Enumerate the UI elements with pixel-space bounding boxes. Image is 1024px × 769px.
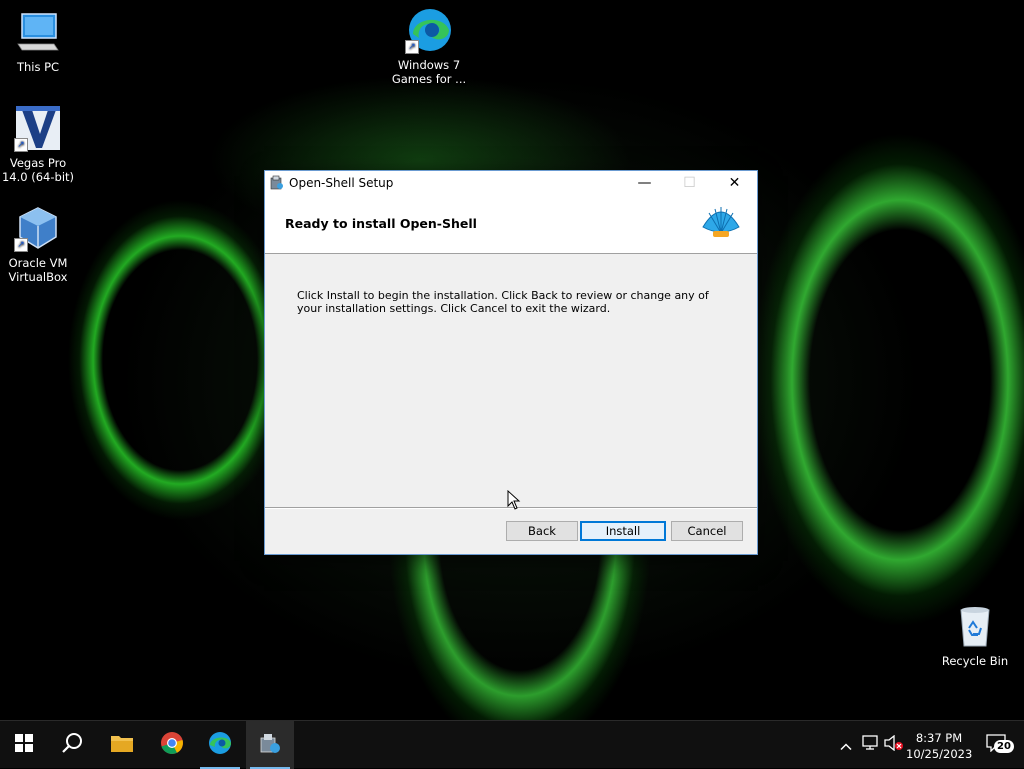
edge-icon — [208, 731, 232, 759]
dialog-title: Open-Shell Setup — [289, 176, 394, 190]
minimize-button[interactable]: — — [622, 171, 667, 195]
back-button[interactable]: Back — [506, 521, 578, 541]
shortcut-arrow-icon: ↗ — [14, 138, 28, 152]
open-shell-logo-icon — [699, 203, 743, 241]
clock-date: 10/25/2023 — [906, 747, 973, 761]
desktop-icon-vegas-pro[interactable]: ↗ Vegas Pro 14.0 (64-bit) — [0, 104, 76, 184]
chrome-icon — [160, 731, 184, 759]
notification-count-badge: 20 — [994, 740, 1014, 753]
virtualbox-icon: ↗ — [14, 204, 62, 252]
volume-muted-icon — [884, 734, 904, 755]
desktop-icon-label: Recycle Bin — [941, 654, 1009, 668]
notification-icon: 20 — [986, 734, 1014, 756]
show-hidden-icons-button[interactable] — [834, 721, 858, 769]
page-heading: Ready to install Open-Shell — [285, 216, 477, 231]
desktop-icon-label: Windows 7 Games for ... — [391, 58, 467, 86]
desktop-icon-recycle-bin[interactable]: Recycle Bin — [937, 602, 1013, 668]
desktop-icon-label: This PC — [16, 60, 60, 74]
clock-time: 8:37 PM — [915, 731, 963, 745]
file-explorer-button[interactable] — [98, 721, 146, 769]
installer-app-icon — [270, 175, 284, 190]
maximize-button: ☐ — [667, 171, 712, 195]
recycle-bin-icon — [951, 602, 999, 650]
close-button[interactable]: ✕ — [712, 171, 757, 195]
chrome-button[interactable] — [148, 721, 196, 769]
search-button[interactable] — [48, 721, 96, 769]
action-center-button[interactable]: 20 — [978, 721, 1018, 769]
desktop-icon-label: Oracle VM VirtualBox — [8, 256, 68, 284]
desktop-icon-label: Vegas Pro 14.0 (64-bit) — [1, 156, 75, 184]
desktop-icon-windows7-games[interactable]: ↗ Windows 7 Games for ... — [391, 6, 467, 86]
dialog-body-text: Click Install to begin the installation.… — [297, 289, 709, 315]
close-icon: ✕ — [728, 175, 741, 191]
chevron-up-icon — [840, 736, 852, 755]
mouse-cursor-icon — [507, 489, 521, 510]
edge-icon: ↗ — [405, 6, 453, 54]
desktop-icon-this-pc[interactable]: This PC — [0, 8, 76, 74]
computer-icon — [14, 8, 62, 56]
desktop-icon-virtualbox[interactable]: ↗ Oracle VM VirtualBox — [0, 204, 76, 284]
edge-taskbar-button[interactable] — [196, 721, 244, 769]
setup-installer-icon — [258, 731, 282, 759]
taskbar: 8:37 PM 10/25/2023 20 — [0, 720, 1024, 769]
dialog-header: Ready to install Open-Shell — [265, 195, 757, 254]
network-icon — [861, 735, 879, 755]
install-button[interactable]: Install — [580, 521, 666, 541]
vegas-pro-icon: ↗ — [14, 104, 62, 152]
windows-logo-icon — [15, 734, 33, 756]
clock[interactable]: 8:37 PM 10/25/2023 — [906, 731, 972, 761]
minimize-icon: — — [637, 175, 652, 191]
setup-installer-button[interactable] — [246, 721, 294, 769]
desktop: This PC ↗ Vegas Pro 14.0 (64-bit) ↗ Orac… — [0, 0, 1024, 720]
shortcut-arrow-icon: ↗ — [14, 238, 28, 252]
file-explorer-icon — [110, 733, 134, 757]
dialog-titlebar[interactable]: Open-Shell Setup — ☐ ✕ — [265, 171, 757, 195]
start-button[interactable] — [0, 721, 48, 769]
cancel-button[interactable]: Cancel — [671, 521, 743, 541]
shortcut-arrow-icon: ↗ — [405, 40, 419, 54]
search-icon — [61, 732, 83, 758]
volume-button[interactable] — [882, 721, 906, 769]
maximize-icon: ☐ — [683, 175, 696, 191]
network-button[interactable] — [858, 721, 882, 769]
